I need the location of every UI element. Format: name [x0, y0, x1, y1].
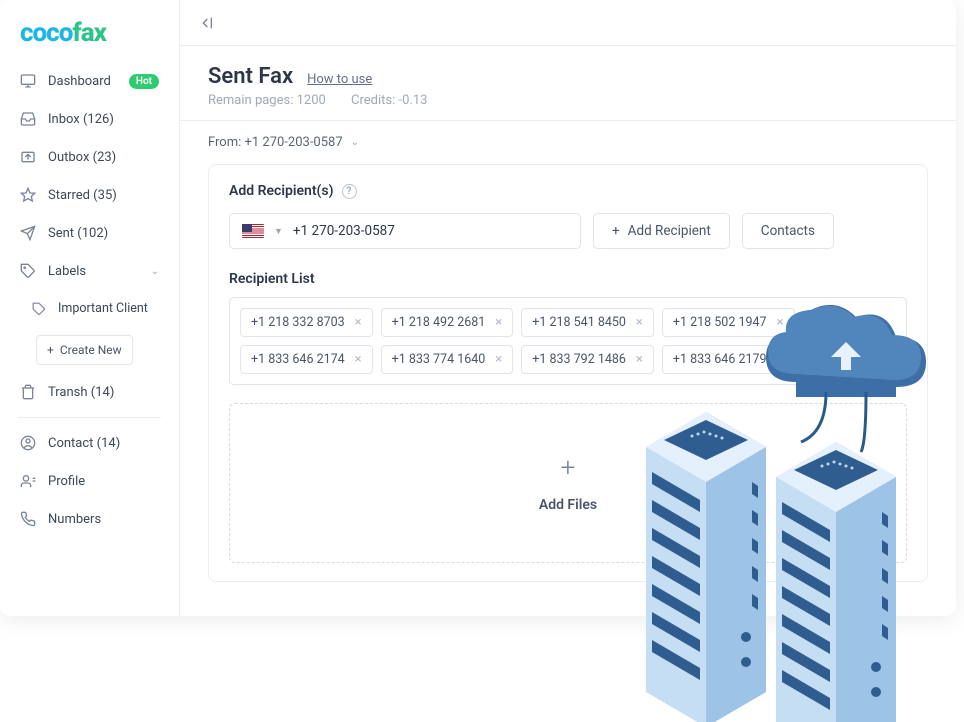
remove-recipient-button[interactable]: × — [636, 352, 643, 367]
remove-recipient-button[interactable]: × — [495, 315, 502, 330]
page-head: Sent Fax How to use Remain pages: 1200 C… — [208, 64, 928, 108]
logo: cocofax — [0, 0, 179, 62]
recipient-number: +1 833 646 2179 — [673, 352, 767, 367]
sidebar-item-inbox[interactable]: Inbox (126) — [0, 100, 179, 138]
sidebar-item-label: Sent (102) — [48, 226, 159, 241]
send-icon — [20, 225, 36, 241]
recipient-number: +1 833 792 1486 — [532, 352, 626, 367]
user-circle-icon — [20, 435, 36, 451]
collapse-sidebar-button[interactable] — [194, 9, 222, 37]
recipient-number: +1 218 502 1947 — [673, 315, 767, 330]
section-title-text: Add Recipient(s) — [229, 183, 334, 199]
phone-icon — [20, 511, 36, 527]
help-icon[interactable]: ? — [342, 184, 357, 199]
divider — [180, 120, 956, 121]
main: Sent Fax How to use Remain pages: 1200 C… — [180, 0, 956, 616]
sidebar-item-label: Numbers — [48, 512, 159, 527]
recipient-list: +1 218 332 8703×+1 218 492 2681×+1 218 5… — [229, 297, 907, 385]
label-icon — [32, 302, 46, 316]
recipient-number: +1 218 541 8450 — [532, 315, 626, 330]
page-title: Sent Fax — [208, 64, 293, 89]
us-flag-icon — [242, 224, 264, 238]
sidebar-item-dashboard[interactable]: Dashboard Hot — [0, 62, 179, 100]
profile-icon — [20, 473, 36, 489]
remove-recipient-button[interactable]: × — [777, 352, 784, 367]
add-recipient-button[interactable]: + Add Recipient — [593, 213, 730, 249]
nav: Dashboard Hot Inbox (126) Outbox (23) St… — [0, 62, 179, 616]
sidebar-item-starred[interactable]: Starred (35) — [0, 176, 179, 214]
contacts-label: Contacts — [761, 223, 815, 239]
sidebar-item-label: Inbox (126) — [48, 112, 159, 127]
sidebar-item-label: Dashboard — [48, 74, 117, 89]
recipients-panel: Add Recipient(s) ? ▼ + Add Recipient Con… — [208, 164, 928, 582]
recipient-phone-input[interactable]: ▼ — [229, 213, 581, 249]
divider — [18, 417, 161, 418]
from-label: From: +1 270-203-0587 — [208, 135, 343, 150]
contacts-button[interactable]: Contacts — [742, 213, 834, 249]
create-new-label: Create New — [60, 343, 122, 357]
sidebar-item-label: Transh (14) — [48, 385, 159, 400]
remove-recipient-button[interactable]: × — [355, 315, 362, 330]
remain-pages: Remain pages: 1200 — [208, 93, 326, 108]
sidebar-item-profile[interactable]: Profile — [0, 462, 179, 500]
remove-recipient-button[interactable]: × — [777, 315, 784, 330]
outbox-icon — [20, 149, 36, 165]
recipient-number: +1 218 332 8703 — [251, 315, 345, 330]
tag-icon — [20, 263, 36, 279]
plus-icon: + — [47, 343, 54, 357]
inbox-icon — [20, 111, 36, 127]
sidebar-item-sent[interactable]: Sent (102) — [0, 214, 179, 252]
content: Sent Fax How to use Remain pages: 1200 C… — [180, 46, 956, 616]
recipient-chip: +1 218 502 1947 × — [662, 308, 795, 337]
page-meta: Remain pages: 1200 Credits: -0.13 — [208, 93, 928, 108]
add-files-label: Add Files — [539, 497, 597, 513]
add-files-dropzone[interactable]: + Add Files — [229, 403, 907, 563]
recipient-chip: +1 833 646 2174 × — [240, 345, 373, 374]
sidebar: cocofax Dashboard Hot Inbox (126) Outbox… — [0, 0, 180, 616]
sidebar-item-labels[interactable]: Labels ⌄ — [0, 252, 179, 290]
hot-badge: Hot — [129, 74, 159, 89]
add-recipient-label: Add Recipient — [628, 223, 711, 239]
recipient-chip: +1 218 541 8450 × — [521, 308, 654, 337]
recipient-chip: +1 833 774 1640 × — [381, 345, 514, 374]
chevron-down-icon[interactable]: ▼ — [274, 226, 283, 237]
sidebar-item-numbers[interactable]: Numbers — [0, 500, 179, 538]
sidebar-item-label: Contact (14) — [48, 436, 159, 451]
how-to-use-link[interactable]: How to use — [307, 72, 372, 87]
plus-icon: + — [561, 453, 576, 483]
monitor-icon — [20, 73, 36, 89]
recipient-number: +1 833 646 2174 — [251, 352, 345, 367]
sidebar-item-trash[interactable]: Transh (14) — [0, 373, 179, 411]
recipient-chip: +1 218 332 8703 × — [240, 308, 373, 337]
sidebar-item-label: Starred (35) — [48, 188, 159, 203]
plus-icon: + — [612, 223, 620, 239]
sidebar-item-important-client[interactable]: Important Client — [0, 290, 179, 327]
recipient-chip: +1 833 646 2179 × — [662, 345, 795, 374]
sidebar-item-contact[interactable]: Contact (14) — [0, 424, 179, 462]
add-recipients-title: Add Recipient(s) ? — [229, 183, 907, 199]
recipient-list-title: Recipient List — [229, 271, 907, 287]
sidebar-item-label: Outbox (23) — [48, 150, 159, 165]
trash-icon — [20, 384, 36, 400]
recipient-chip: +1 833 792 1486 × — [521, 345, 654, 374]
sidebar-item-label: Profile — [48, 474, 159, 489]
create-new-button[interactable]: + Create New — [36, 335, 133, 365]
remove-recipient-button[interactable]: × — [495, 352, 502, 367]
phone-number-field[interactable] — [293, 223, 568, 239]
chevron-down-icon: ⌄ — [351, 137, 359, 148]
star-icon — [20, 187, 36, 203]
remove-recipient-button[interactable]: × — [636, 315, 643, 330]
recipient-chip: +1 218 492 2681 × — [381, 308, 514, 337]
recipient-number: +1 218 492 2681 — [392, 315, 486, 330]
from-selector[interactable]: From: +1 270-203-0587 ⌄ — [208, 133, 928, 164]
recipient-number: +1 833 774 1640 — [392, 352, 486, 367]
topbar — [180, 0, 956, 46]
chevron-down-icon: ⌄ — [151, 266, 159, 277]
sidebar-item-outbox[interactable]: Outbox (23) — [0, 138, 179, 176]
sidebar-item-label: Important Client — [58, 301, 159, 316]
credits: Credits: -0.13 — [351, 93, 427, 108]
sidebar-item-label: Labels — [48, 264, 139, 279]
remove-recipient-button[interactable]: × — [355, 352, 362, 367]
